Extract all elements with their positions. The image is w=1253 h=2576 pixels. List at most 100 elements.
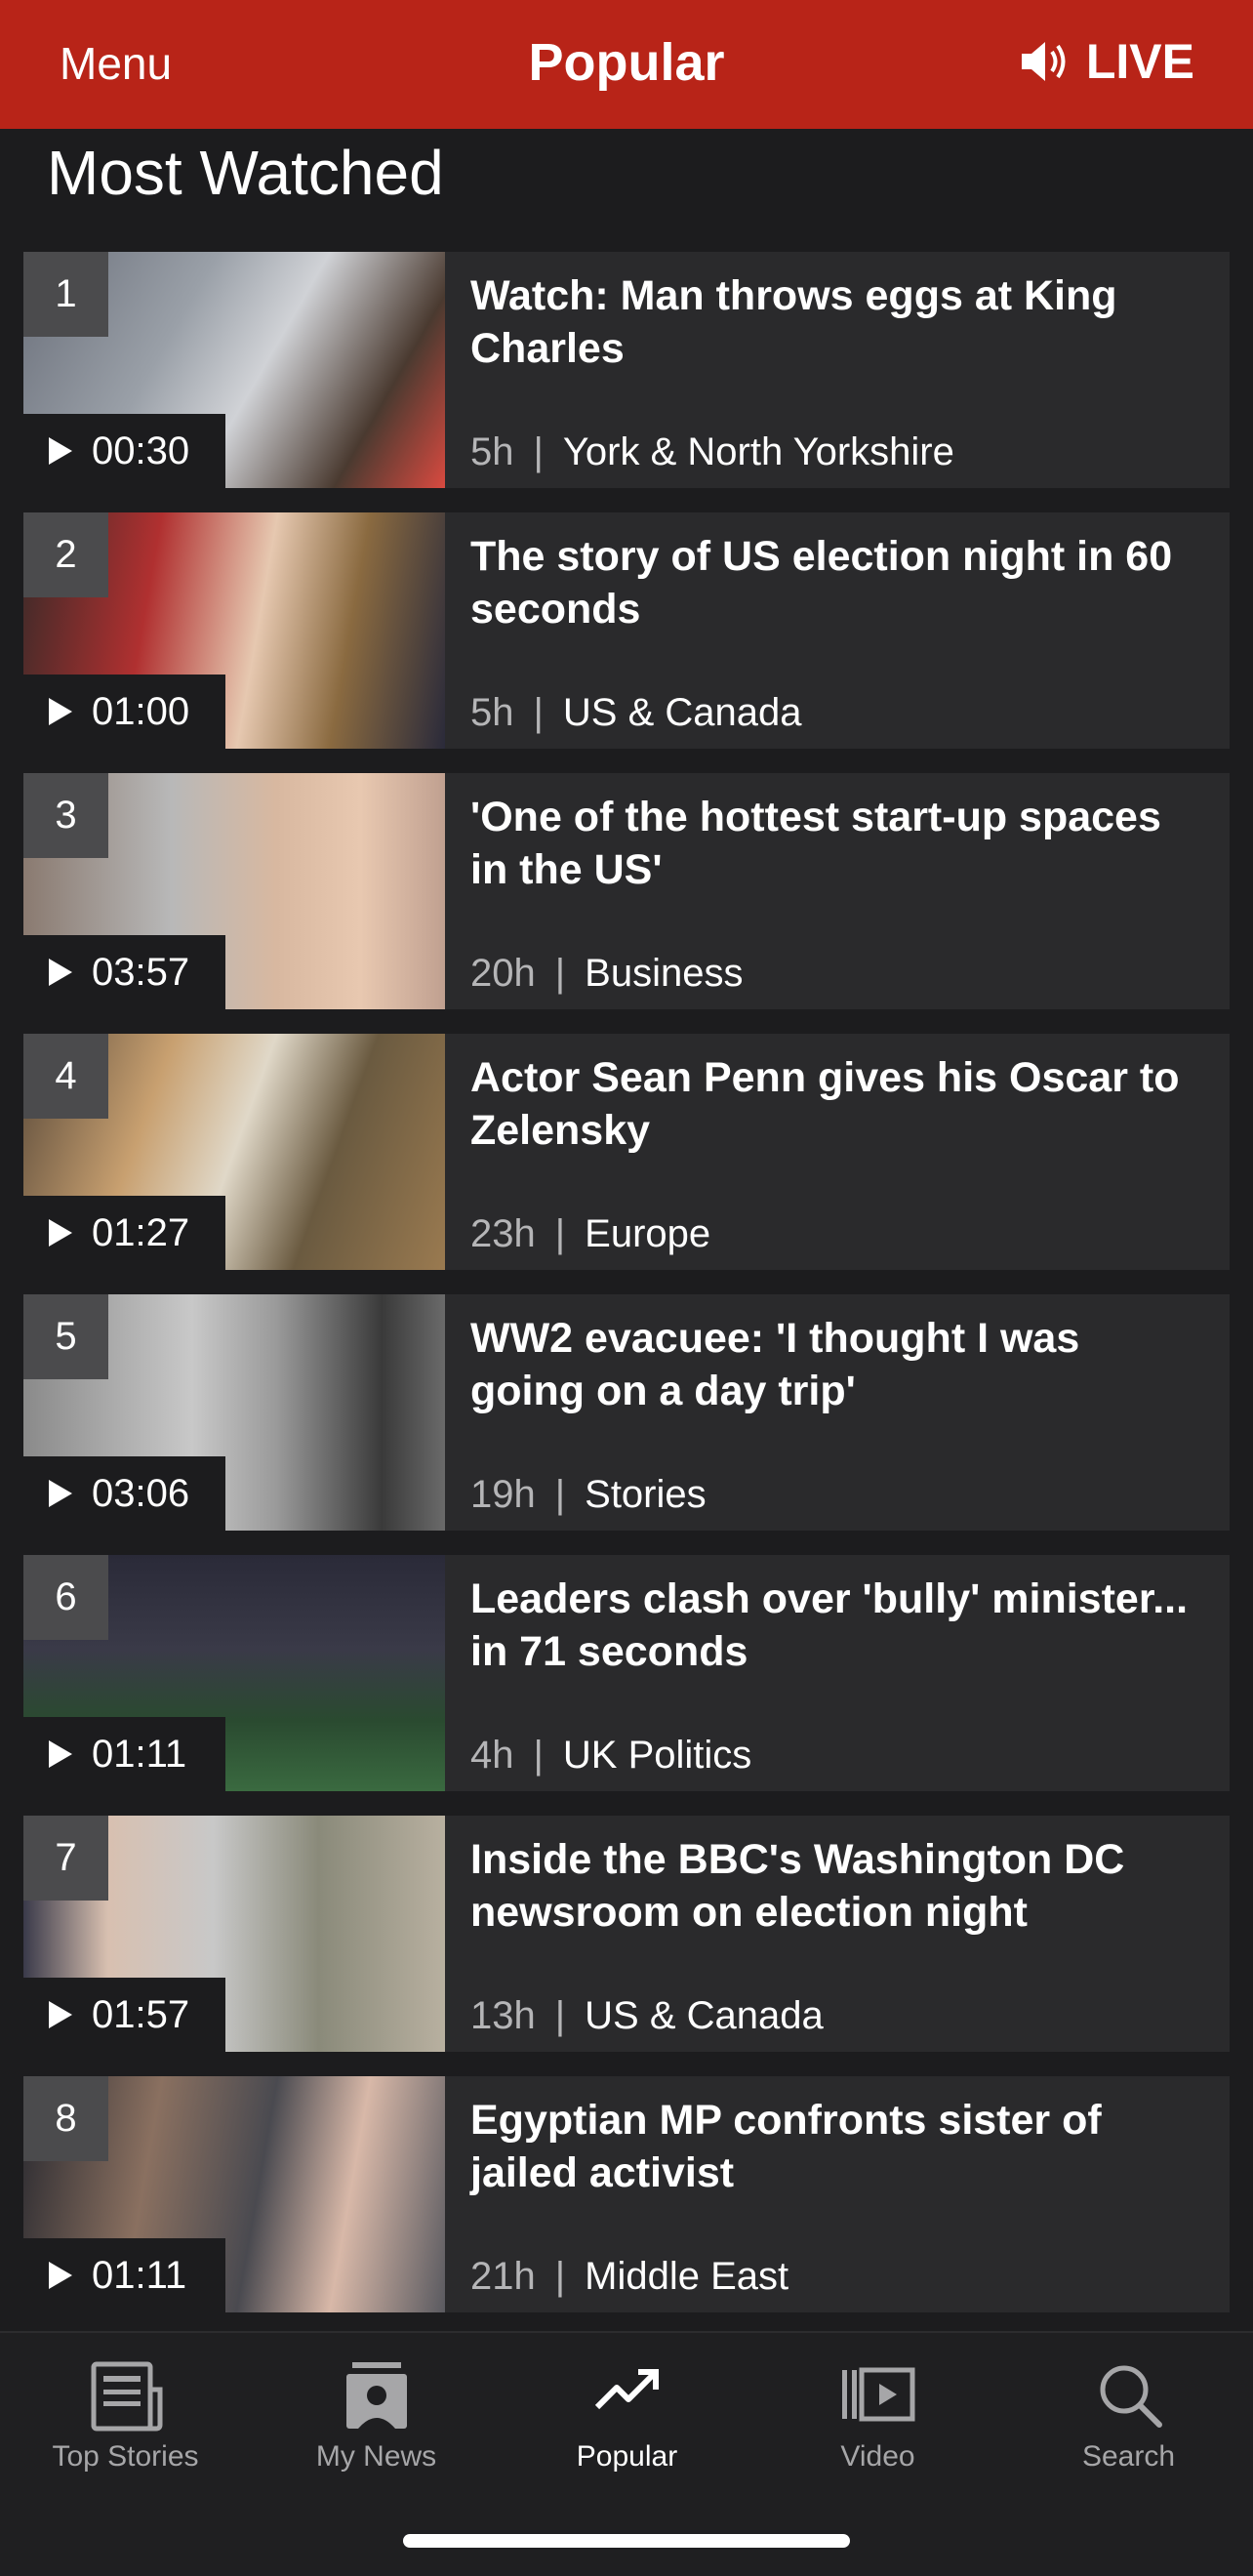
tab-label: My News bbox=[315, 2440, 437, 2473]
item-meta: 19h | Stories bbox=[470, 1473, 707, 1517]
video-thumbnail[interactable]: 4 01:27 bbox=[23, 1034, 445, 1270]
category-text: US & Canada bbox=[585, 1994, 824, 2037]
category-text: Business bbox=[585, 952, 744, 995]
item-meta: 4h | UK Politics bbox=[470, 1734, 751, 1778]
duration-badge: 01:27 bbox=[23, 1196, 225, 1270]
duration-text: 01:11 bbox=[92, 1732, 187, 1776]
meta-divider: | bbox=[554, 952, 566, 995]
headline[interactable]: The story of US election night in 60 sec… bbox=[470, 530, 1204, 635]
tab-label: Popular bbox=[576, 2440, 678, 2473]
headline[interactable]: Watch: Man throws eggs at King Charles bbox=[470, 269, 1204, 375]
meta-divider: | bbox=[554, 1212, 566, 1255]
age-text: 19h bbox=[470, 1473, 536, 1516]
item-meta: 5h | York & North Yorkshire bbox=[470, 430, 954, 474]
headline[interactable]: 'One of the hottest start-up spaces in t… bbox=[470, 791, 1204, 896]
duration-text: 01:11 bbox=[92, 2253, 187, 2297]
age-text: 4h bbox=[470, 1734, 514, 1777]
newspaper-icon bbox=[91, 2361, 162, 2432]
meta-divider: | bbox=[533, 1734, 544, 1777]
age-text: 5h bbox=[470, 691, 514, 734]
list-item[interactable]: 2 01:00 The story of US election night i… bbox=[23, 512, 1230, 749]
play-icon bbox=[49, 959, 72, 986]
duration-text: 00:30 bbox=[92, 429, 190, 472]
meta-divider: | bbox=[533, 430, 544, 473]
rank-badge: 6 bbox=[23, 1555, 108, 1640]
video-thumbnail[interactable]: 3 03:57 bbox=[23, 773, 445, 1009]
play-icon bbox=[49, 2262, 72, 2289]
item-meta: 21h | Middle East bbox=[470, 2255, 788, 2299]
list-item[interactable]: 6 01:11 Leaders clash over 'bully' minis… bbox=[23, 1555, 1230, 1791]
age-text: 20h bbox=[470, 952, 536, 995]
item-meta: 23h | Europe bbox=[470, 1212, 710, 1256]
age-text: 13h bbox=[470, 1994, 536, 2037]
tab-popular[interactable]: Popular bbox=[502, 2333, 752, 2489]
duration-text: 01:00 bbox=[92, 689, 190, 733]
tab-my-news[interactable]: My News bbox=[251, 2333, 502, 2489]
duration-badge: 01:57 bbox=[23, 1978, 225, 2052]
meta-divider: | bbox=[554, 1473, 566, 1516]
tab-label: Top Stories bbox=[52, 2440, 199, 2473]
top-bar: Menu Popular LIVE bbox=[0, 0, 1253, 129]
rank-badge: 2 bbox=[23, 512, 108, 597]
list-item[interactable]: 3 03:57 'One of the hottest start-up spa… bbox=[23, 773, 1230, 1009]
age-text: 21h bbox=[470, 2255, 536, 2298]
video-thumbnail[interactable]: 2 01:00 bbox=[23, 512, 445, 749]
list-item[interactable]: 8 01:11 Egyptian MP confronts sister of … bbox=[23, 2076, 1230, 2312]
duration-badge: 00:30 bbox=[23, 414, 225, 488]
rank-badge: 4 bbox=[23, 1034, 108, 1119]
headline[interactable]: Egyptian MP confronts sister of jailed a… bbox=[470, 2094, 1204, 2199]
category-text: Middle East bbox=[585, 2255, 789, 2298]
tab-label: Video bbox=[840, 2440, 915, 2473]
live-label: LIVE bbox=[1085, 34, 1194, 89]
play-icon bbox=[49, 698, 72, 725]
tab-top-stories[interactable]: Top Stories bbox=[0, 2333, 251, 2489]
duration-text: 03:06 bbox=[92, 1471, 190, 1515]
category-text: UK Politics bbox=[562, 1734, 752, 1777]
meta-divider: | bbox=[554, 2255, 566, 2298]
headline[interactable]: Actor Sean Penn gives his Oscar to Zelen… bbox=[470, 1051, 1204, 1157]
rank-badge: 7 bbox=[23, 1816, 108, 1901]
age-text: 5h bbox=[470, 430, 514, 473]
video-icon bbox=[841, 2367, 914, 2422]
video-thumbnail[interactable]: 1 00:30 bbox=[23, 252, 445, 488]
video-thumbnail[interactable]: 6 01:11 bbox=[23, 1555, 445, 1791]
duration-badge: 01:11 bbox=[23, 1717, 225, 1791]
rank-badge: 1 bbox=[23, 252, 108, 337]
tab-label: Search bbox=[1081, 2440, 1176, 2473]
section-title: Most Watched bbox=[47, 138, 444, 208]
headline[interactable]: Leaders clash over 'bully' minister... i… bbox=[470, 1573, 1204, 1678]
headline[interactable]: WW2 evacuee: 'I thought I was going on a… bbox=[470, 1312, 1204, 1417]
list-item[interactable]: 5 03:06 WW2 evacuee: 'I thought I was go… bbox=[23, 1294, 1230, 1531]
list-item[interactable]: 7 01:57 Inside the BBC's Washington DC n… bbox=[23, 1816, 1230, 2052]
play-icon bbox=[49, 437, 72, 465]
item-meta: 5h | US & Canada bbox=[470, 691, 801, 735]
item-meta: 20h | Business bbox=[470, 952, 743, 996]
play-icon bbox=[49, 1219, 72, 1247]
rank-badge: 3 bbox=[23, 773, 108, 858]
home-indicator[interactable] bbox=[403, 2534, 850, 2548]
category-text: York & North Yorkshire bbox=[562, 430, 954, 473]
item-meta: 13h | US & Canada bbox=[470, 1994, 824, 2038]
age-text: 23h bbox=[470, 1212, 536, 1255]
duration-badge: 01:00 bbox=[23, 675, 225, 749]
headline[interactable]: Inside the BBC's Washington DC newsroom … bbox=[470, 1833, 1204, 1939]
speaker-icon bbox=[1021, 42, 1066, 81]
duration-text: 03:57 bbox=[92, 950, 190, 994]
person-feed-icon bbox=[345, 2362, 407, 2429]
category-text: Stories bbox=[585, 1473, 707, 1516]
live-button[interactable]: LIVE bbox=[1020, 33, 1194, 90]
search-icon bbox=[1100, 2365, 1162, 2428]
list-item[interactable]: 1 00:30 Watch: Man throws eggs at King C… bbox=[23, 252, 1230, 488]
duration-badge: 01:11 bbox=[23, 2238, 225, 2312]
tab-video[interactable]: Video bbox=[752, 2333, 1003, 2489]
video-thumbnail[interactable]: 7 01:57 bbox=[23, 1816, 445, 2052]
play-icon bbox=[49, 1740, 72, 1768]
tab-search[interactable]: Search bbox=[1003, 2333, 1253, 2489]
category-text: US & Canada bbox=[562, 691, 802, 734]
meta-divider: | bbox=[554, 1994, 566, 2037]
duration-badge: 03:57 bbox=[23, 935, 225, 1009]
video-thumbnail[interactable]: 8 01:11 bbox=[23, 2076, 445, 2312]
list-item[interactable]: 4 01:27 Actor Sean Penn gives his Oscar … bbox=[23, 1034, 1230, 1270]
video-thumbnail[interactable]: 5 03:06 bbox=[23, 1294, 445, 1531]
play-icon bbox=[49, 1480, 72, 1507]
